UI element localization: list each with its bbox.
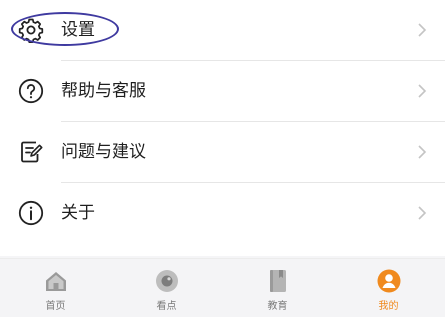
- tab-label: 看点: [156, 301, 177, 312]
- tab-education[interactable]: 教育: [222, 259, 333, 317]
- menu-item-about[interactable]: 关于: [0, 183, 445, 243]
- home-icon: [46, 272, 66, 291]
- gear-icon: [18, 18, 44, 43]
- chevron-right-icon: [418, 206, 427, 220]
- info-circle-icon: [18, 200, 44, 226]
- chevron-right-icon: [418, 145, 427, 159]
- person-icon: [377, 269, 401, 293]
- watch-circle-icon: [156, 270, 178, 292]
- chevron-right-icon: [418, 84, 427, 98]
- menu-item-help[interactable]: 帮助与客服: [0, 61, 445, 121]
- tab-label: 首页: [45, 301, 66, 312]
- book-icon: [270, 270, 286, 292]
- tab-label: 我的: [378, 301, 399, 312]
- menu-item-label: 关于: [61, 203, 95, 223]
- feedback-edit-icon: [21, 141, 43, 163]
- tab-label: 教育: [267, 301, 288, 312]
- question-circle-icon: [18, 78, 44, 104]
- settings-menu-list: 设置 帮助与客服 问题与建议 关于: [0, 0, 445, 256]
- menu-item-label: 问题与建议: [61, 142, 146, 162]
- tab-watch[interactable]: 看点: [111, 259, 222, 317]
- bottom-tab-bar: 首页 看点 教育 我的: [0, 258, 445, 317]
- chevron-right-icon: [418, 23, 427, 37]
- tab-mine[interactable]: 我的: [333, 259, 444, 317]
- menu-item-settings[interactable]: 设置: [0, 0, 445, 60]
- menu-item-label: 帮助与客服: [61, 81, 146, 101]
- menu-item-feedback[interactable]: 问题与建议: [0, 122, 445, 182]
- menu-item-label: 设置: [61, 20, 95, 40]
- tab-home[interactable]: 首页: [0, 259, 111, 317]
